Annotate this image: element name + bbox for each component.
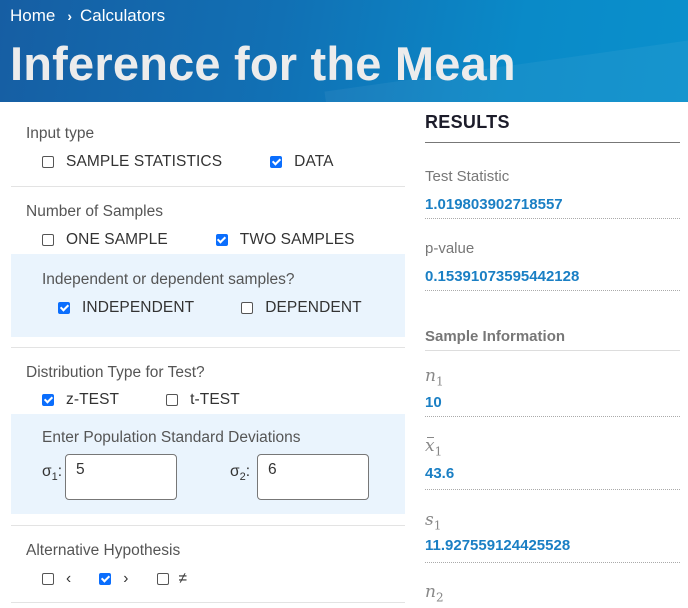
option-t-test[interactable]: t-TEST [166,391,240,409]
sigma-2-label: σ2: [230,463,251,484]
alternative-hypothesis-label: Alternative Hypothesis [26,542,181,559]
checkbox-independent[interactable] [58,302,70,314]
divider [425,416,680,417]
checkbox-two-samples[interactable] [215,234,228,246]
less-than-icon: ‹ [66,570,72,587]
option-not-equal[interactable]: ≠ [156,570,188,588]
test-statistic-value: 1.019803902718557 [425,196,563,213]
checkbox-one-sample[interactable] [42,234,54,246]
checkbox-z-test[interactable] [42,394,54,406]
checkbox-not-equal[interactable] [156,573,169,585]
breadcrumb-home-link[interactable]: Home [10,6,55,26]
option-one-sample[interactable]: ONE SAMPLE [42,231,168,249]
sample-information-heading: Sample Information [425,328,566,345]
divider [425,290,680,291]
page-title: Inference for the Mean [10,37,516,90]
option-label: t-TEST [190,391,240,408]
divider [425,562,680,563]
option-independent[interactable]: INDEPENDENT [58,299,194,317]
divider [425,218,680,219]
n1-value: 10 [425,394,442,411]
xbar1-value: 43.6 [425,465,455,482]
s1-value: 11.927559124425528 [425,537,571,554]
divider [425,350,680,351]
option-label: z-TEST [66,391,120,408]
option-dependent[interactable]: DEPENDENT [241,299,362,317]
option-label: DATA [294,153,334,170]
option-z-test[interactable]: z-TEST [42,391,119,409]
s1-label: s1 [425,510,442,533]
test-statistic-label: Test Statistic [425,168,510,185]
number-of-samples-section: Number of Samples ONE SAMPLE TWO SAMPLES… [11,187,405,348]
distribution-type-section: Distribution Type for Test? z-TEST t-TES… [11,348,405,526]
p-value-label: p-value [425,240,475,257]
alternative-hypothesis-section: Alternative Hypothesis ‹ › ≠ [11,526,405,603]
dependence-label: Independent or dependent samples? [42,271,295,288]
breadcrumb: Home › Calculators [10,6,165,26]
n2-label: n2 [425,582,444,605]
chevron-right-icon: › [67,8,73,24]
checkbox-data[interactable] [270,156,283,168]
option-two-samples[interactable]: TWO SAMPLES [215,231,355,249]
std-dev-panel: Enter Population Standard Deviations σ1:… [11,414,405,514]
xbar1-label: x1 [425,436,443,459]
results-title: RESULTS [425,112,510,132]
option-label: ONE SAMPLE [66,231,168,248]
sigma-1-input[interactable] [65,454,177,500]
checkbox-sample-statistics[interactable] [42,156,54,168]
n1-label: n1 [425,366,444,389]
option-label: INDEPENDENT [82,299,195,316]
results-divider [425,142,680,143]
input-type-label: Input type [26,125,95,142]
checkbox-t-test[interactable] [166,394,179,406]
not-equal-icon: ≠ [178,570,188,587]
option-less-than[interactable]: ‹ [42,570,71,588]
sigma-1-label: σ1: [42,463,63,484]
page-header: Home › Calculators Inference for the Mea… [0,0,688,102]
option-greater-than[interactable]: › [99,570,128,588]
std-dev-label: Enter Population Standard Deviations [42,429,301,446]
checkbox-less-than[interactable] [42,573,54,585]
dependence-panel: Independent or dependent samples? INDEPE… [11,254,405,337]
sigma-2-input[interactable] [257,454,369,500]
option-label: SAMPLE STATISTICS [66,153,223,170]
option-sample-statistics[interactable]: SAMPLE STATISTICS [42,153,222,171]
option-label: DEPENDENT [265,299,362,316]
breadcrumb-calculators-link[interactable]: Calculators [80,6,165,26]
checkbox-dependent[interactable] [241,302,254,314]
divider [425,489,680,490]
calculator-form: Input type SAMPLE STATISTICS DATA Number… [11,102,405,603]
input-type-section: Input type SAMPLE STATISTICS DATA [11,102,405,187]
greater-than-icon: › [123,570,129,587]
checkbox-greater-than[interactable] [99,573,112,585]
option-label: TWO SAMPLES [239,231,355,248]
p-value-value: 0.15391073595442128 [425,268,580,285]
number-of-samples-label: Number of Samples [26,203,163,220]
distribution-type-label: Distribution Type for Test? [26,364,205,381]
option-data[interactable]: DATA [270,153,334,171]
